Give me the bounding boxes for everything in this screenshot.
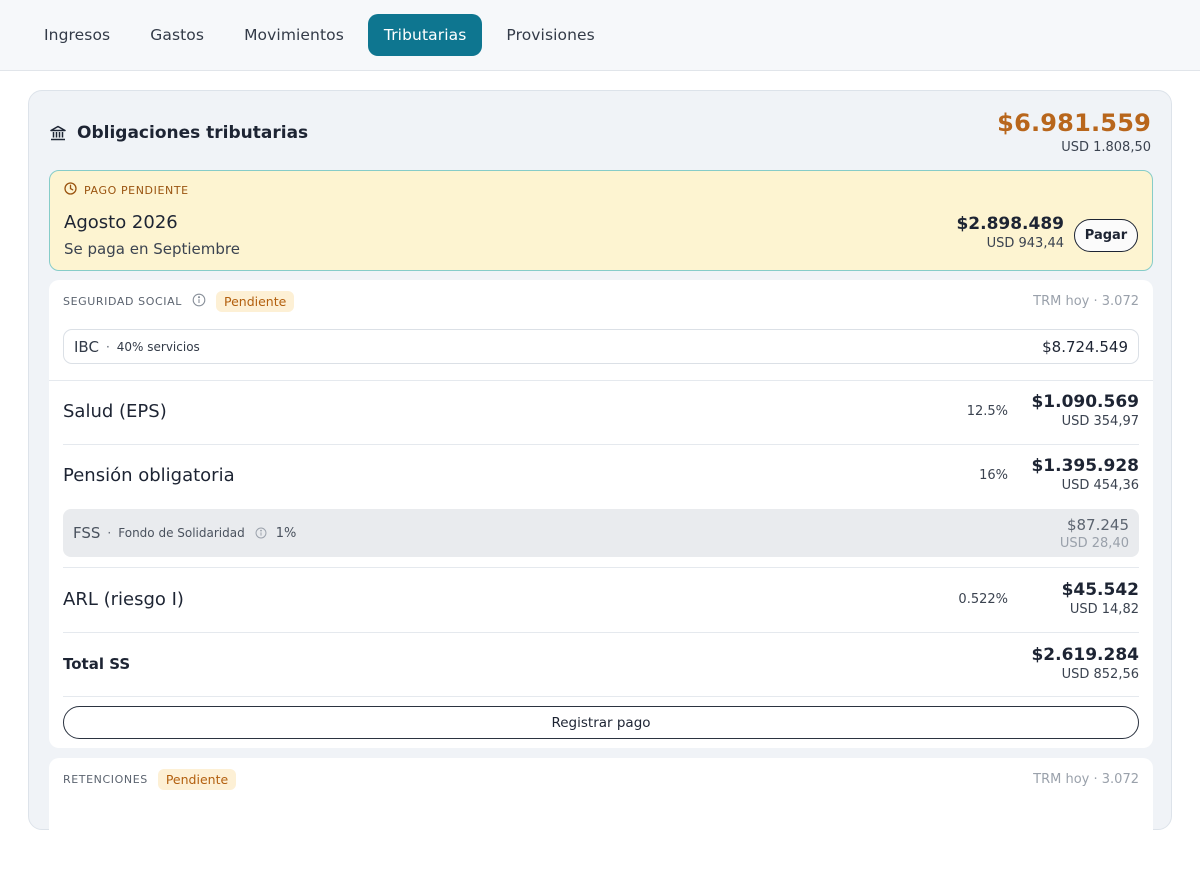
row-amount-usd: USD 454,36 [1061, 478, 1139, 493]
fss-amount: $87.245 USD 28,40 [1060, 516, 1129, 551]
fss-amount-value: $87.245 [1066, 515, 1129, 534]
social-security-card: SEGURIDAD SOCIAL Pendiente TRM hoy · 3.0… [49, 280, 1153, 748]
row-amount-usd: USD 354,97 [1061, 414, 1139, 429]
pending-label-text: PAGO PENDIENTE [84, 183, 189, 197]
tab-ingresos[interactable]: Ingresos [28, 14, 126, 56]
ibc-value: $8.724.549 [1042, 337, 1128, 356]
pending-month: Agosto 2026 [64, 212, 178, 233]
row-amount-salud: $1.090.569 USD 354,97 [1031, 392, 1139, 429]
row-amount-value: $1.090.569 [1031, 392, 1139, 412]
trm-rate: TRM hoy · 3.072 [1033, 294, 1139, 309]
info-icon[interactable] [255, 527, 267, 539]
clock-icon [64, 182, 77, 198]
obligations-total-amount: $6.981.559 [997, 109, 1151, 137]
tab-gastos[interactable]: Gastos [134, 14, 220, 56]
social-security-header: SEGURIDAD SOCIAL Pendiente [63, 291, 295, 312]
ibc-key: IBC [74, 337, 99, 356]
status-badge: Pendiente [157, 769, 237, 790]
info-icon[interactable] [192, 292, 206, 311]
pending-due-note: Se paga en Septiembre [64, 240, 240, 258]
ibc-separator: · [105, 339, 110, 354]
total-ss-amount: $2.619.284 USD 852,56 [1031, 645, 1139, 682]
divider [63, 444, 1139, 445]
pending-payment-card: PAGO PENDIENTE Agosto 2026 Se paga en Se… [49, 170, 1153, 271]
row-name-salud: Salud (EPS) [63, 401, 167, 422]
pending-amount: $2.898.489 USD 943,44 [956, 214, 1064, 251]
obligations-total: $6.981.559 USD 1.808,50 [997, 109, 1151, 155]
row-amount-value: $45.542 [1061, 580, 1139, 600]
fss-row: FSS · Fondo de Solidaridad 1% $87.245 US… [63, 509, 1139, 557]
fss-separator: · [107, 526, 112, 540]
total-ss-usd: USD 852,56 [1061, 667, 1139, 682]
pending-amount-usd: USD 943,44 [986, 236, 1064, 251]
pending-amount-value: $2.898.489 [956, 214, 1064, 234]
ibc-description: 40% servicios [116, 339, 200, 354]
fss-description: Fondo de Solidaridad [118, 526, 245, 540]
section-label: RETENCIONES [63, 773, 148, 786]
section-label: SEGURIDAD SOCIAL [63, 295, 182, 308]
panel-title: Obligaciones tributarias [77, 123, 309, 143]
divider [63, 696, 1139, 697]
trm-rate: TRM hoy · 3.072 [1033, 772, 1139, 787]
row-name-pension: Pensión obligatoria [63, 465, 235, 486]
row-amount-usd: USD 14,82 [1069, 602, 1139, 617]
tab-movimientos[interactable]: Movimientos [228, 14, 360, 56]
obligations-total-usd: USD 1.808,50 [1061, 140, 1151, 155]
ibc-row: IBC · 40% servicios $8.724.549 [63, 329, 1139, 364]
tab-provisiones[interactable]: Provisiones [490, 14, 610, 56]
fss-amount-usd: USD 28,40 [1059, 535, 1129, 551]
fss-pct: 1% [275, 525, 297, 541]
row-amount-value: $1.395.928 [1031, 456, 1139, 476]
row-pct-arl: 0.522% [958, 592, 1008, 607]
pending-label: PAGO PENDIENTE [64, 182, 189, 198]
obligations-panel: Obligaciones tributarias $6.981.559 USD … [28, 90, 1172, 878]
row-pct-pension: 16% [979, 468, 1008, 483]
row-pct-salud: 12.5% [966, 404, 1008, 419]
fss-key: FSS [73, 524, 101, 542]
pay-button[interactable]: Pagar [1074, 219, 1138, 252]
retentions-card: RETENCIONES Pendiente TRM hoy · 3.072 [49, 758, 1153, 878]
total-ss-label: Total SS [63, 655, 131, 673]
row-amount-arl: $45.542 USD 14,82 [1062, 580, 1139, 617]
retentions-header: RETENCIONES Pendiente [63, 769, 237, 790]
tab-tributarias[interactable]: Tributarias [367, 14, 483, 56]
register-payment-button[interactable]: Registrar pago [63, 706, 1139, 739]
panel-header: Obligaciones tributarias [49, 123, 308, 143]
divider [63, 632, 1139, 633]
row-name-arl: ARL (riesgo I) [63, 589, 184, 610]
row-amount-pension: $1.395.928 USD 454,36 [1031, 456, 1139, 493]
tab-bar: Ingresos Gastos Movimientos Tributarias … [0, 0, 1200, 71]
bank-icon [49, 124, 67, 142]
divider [49, 380, 1153, 381]
divider [63, 567, 1139, 568]
total-ss-value: $2.619.284 [1031, 645, 1139, 665]
status-badge: Pendiente [215, 291, 295, 312]
